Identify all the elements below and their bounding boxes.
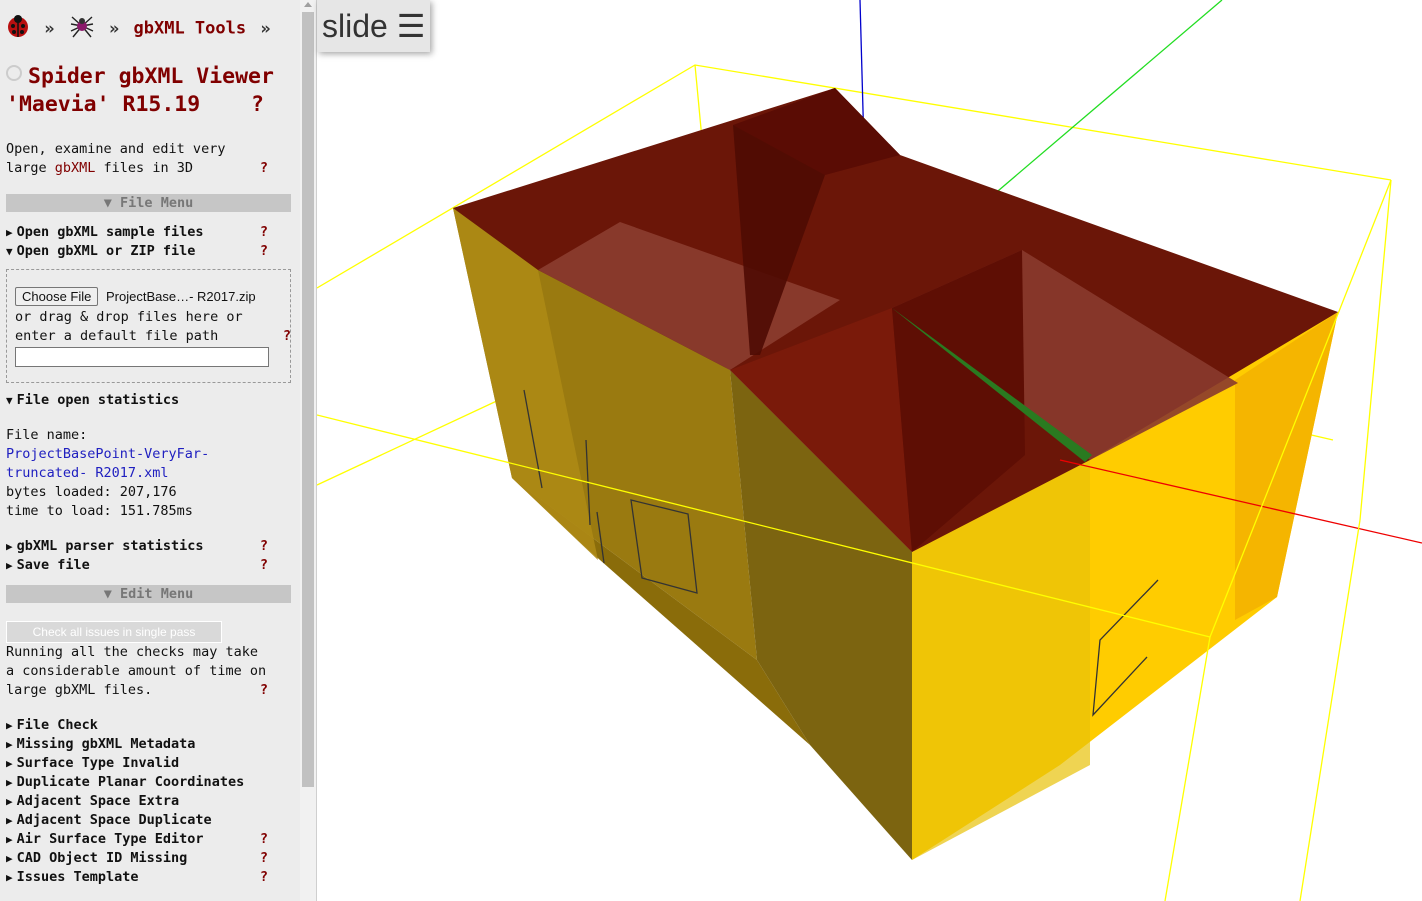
- breadcrumb-separator: »: [109, 18, 120, 39]
- check-item[interactable]: ▶ Adjacent Space Duplicate: [6, 811, 296, 830]
- chosen-file-name: ProjectBase…- R2017.zip: [106, 289, 256, 304]
- check-item-label: Surface Type Invalid: [16, 755, 180, 771]
- title-line1: Spider gbXML Viewer: [28, 64, 274, 89]
- check-item[interactable]: ▶ Missing gbXML Metadata: [6, 735, 296, 754]
- choose-file-button[interactable]: Choose File: [15, 287, 99, 306]
- edit-note-line3: large gbXML files.?: [6, 682, 268, 698]
- expand-icon: ▶: [6, 833, 13, 846]
- file-open-statistics[interactable]: ▼ File open statistics: [6, 391, 296, 410]
- check-item[interactable]: ▶ File Check: [6, 716, 296, 735]
- sidebar-scrollbar[interactable]: [300, 0, 317, 901]
- title-help[interactable]: ?: [251, 91, 264, 119]
- check-item[interactable]: ▶ Air Surface Type Editor?: [6, 830, 296, 849]
- file-name-link-cont[interactable]: truncated- R2017.xml: [6, 464, 296, 483]
- file-name-label: File name:: [6, 427, 88, 443]
- check-item[interactable]: ▶ CAD Object ID Missing?: [6, 849, 296, 868]
- expand-icon: ▶: [6, 757, 13, 770]
- file-open-panel: Choose File ProjectBase…- R2017.zip or d…: [6, 269, 291, 383]
- check-all-issues-button[interactable]: Check all issues in single pass: [6, 621, 222, 643]
- check-item[interactable]: ▶ Duplicate Planar Coordinates: [6, 773, 296, 792]
- expand-icon: ▶: [6, 814, 13, 827]
- file-menu-header[interactable]: ▼ File Menu: [6, 194, 291, 212]
- scrollbar-thumb[interactable]: [302, 12, 314, 787]
- 3d-viewport[interactable]: slide ☰: [317, 0, 1422, 901]
- intro-line1: Open, examine and edit very: [6, 141, 226, 157]
- expand-icon: ▶: [6, 871, 13, 884]
- help-link[interactable]: ?: [260, 849, 268, 868]
- parser-statistics[interactable]: ▶ gbXML parser statistics?: [6, 537, 296, 556]
- check-item-label: Issues Template: [16, 869, 139, 885]
- check-item[interactable]: ▶ Issues Template?: [6, 868, 296, 887]
- page-title: Spider gbXML Viewer 'Maevia' R15.19 ?: [6, 63, 298, 119]
- edit-note-line2: a considerable amount of time on: [6, 663, 267, 679]
- time-to-load: time to load: 151.785ms: [6, 503, 193, 519]
- bytes-loaded: bytes loaded: 207,176: [6, 484, 177, 500]
- check-item-label: Adjacent Space Extra: [16, 793, 180, 809]
- file-name-link[interactable]: ProjectBasePoint-VeryFar-: [6, 445, 296, 464]
- save-file[interactable]: ▶ Save file?: [6, 556, 296, 575]
- help-link[interactable]: ?: [260, 830, 268, 849]
- check-item-label: Duplicate Planar Coordinates: [16, 774, 245, 790]
- check-item-label: Air Surface Type Editor: [16, 831, 204, 847]
- check-item[interactable]: ▶ Surface Type Invalid: [6, 754, 296, 773]
- edit-note-line1: Running all the checks may take: [6, 644, 258, 660]
- expand-icon: ▶: [6, 738, 13, 751]
- github-icon[interactable]: [6, 65, 22, 81]
- expand-icon: ▶: [6, 719, 13, 732]
- check-item-label: Adjacent Space Duplicate: [16, 812, 212, 828]
- intro-help[interactable]: ?: [260, 159, 268, 178]
- edit-menu-header[interactable]: ▼ Edit Menu: [6, 585, 291, 603]
- sidebar-menu: » » gbXML Tools » Spider gbXML Viewer 'M…: [0, 0, 300, 901]
- building-model[interactable]: [317, 0, 1422, 901]
- slide-menu-button[interactable]: slide ☰: [317, 0, 430, 52]
- title-line2: 'Maevia' R15.19: [6, 92, 201, 117]
- help-link[interactable]: ?: [260, 868, 268, 887]
- open-gbxml-zip[interactable]: ▼ Open gbXML or ZIP file?: [6, 242, 296, 261]
- expand-icon: ▶: [6, 852, 13, 865]
- breadcrumb: » » gbXML Tools »: [6, 14, 275, 43]
- ladybug-icon[interactable]: [6, 14, 30, 43]
- check-item-label: CAD Object ID Missing: [16, 850, 188, 866]
- expand-icon: ▶: [6, 795, 13, 808]
- check-item-label: Missing gbXML Metadata: [16, 736, 196, 752]
- breadcrumb-separator: »: [44, 18, 55, 39]
- drag-drop-hint: or drag & drop files here or: [15, 309, 243, 325]
- file-path-input[interactable]: [15, 347, 269, 367]
- gbxml-tools-link[interactable]: gbXML Tools: [134, 19, 247, 39]
- open-sample-files[interactable]: ▶ Open gbXML sample files?: [6, 223, 296, 242]
- default-path-hint: enter a default file path?: [15, 328, 291, 344]
- spider-icon[interactable]: [69, 14, 95, 43]
- expand-icon: ▶: [6, 776, 13, 789]
- breadcrumb-separator: »: [260, 18, 271, 39]
- check-item-label: File Check: [16, 717, 98, 733]
- check-item[interactable]: ▶ Adjacent Space Extra: [6, 792, 296, 811]
- intro-line2: large gbXML files in 3D?: [6, 159, 268, 178]
